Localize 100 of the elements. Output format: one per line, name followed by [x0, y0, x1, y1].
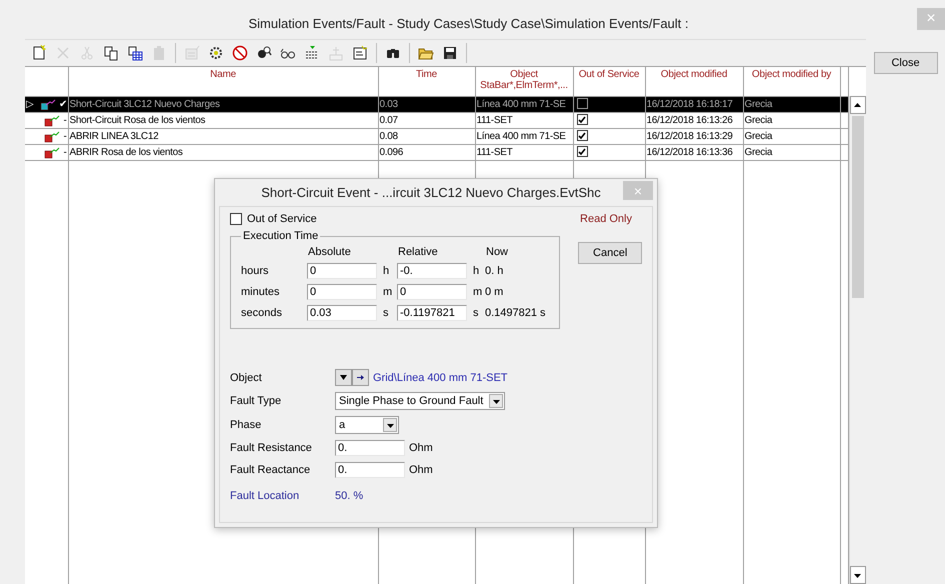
column-header[interactable]: Out of Service: [574, 69, 644, 80]
event-icon: [44, 146, 60, 158]
table-cell: 0.096: [380, 146, 404, 158]
column-header[interactable]: Time: [380, 69, 474, 80]
table-cell: 16/12/2018 16:18:17: [646, 98, 733, 110]
row-marker: -: [63, 130, 66, 144]
unit-label: h: [382, 265, 390, 277]
checkbox[interactable]: [576, 114, 588, 126]
jump-button[interactable]: [352, 369, 369, 386]
event-icon: [40, 98, 56, 110]
field-label: Fault Reactance: [230, 464, 312, 476]
table-row[interactable]: - ABRIR LINEA 3LC12 0.08 Línea 400 mm 71-SE 16/12/2018 16:13:29 Grecia: [25, 128, 848, 144]
copy-icon: [103, 45, 119, 61]
column-header[interactable]: Object modified by: [744, 69, 838, 80]
caret-icon: [339, 373, 348, 382]
fault-type-dropdown[interactable]: Single Phase to Ground Fault: [335, 392, 505, 410]
prohibited-button[interactable]: [230, 43, 250, 63]
table-cell: Grecia: [744, 130, 772, 142]
field-label: Fault Location: [230, 490, 300, 502]
table-cell: ABRIR Rosa de los vientos: [70, 146, 183, 158]
cancel-button[interactable]: Cancel: [578, 242, 642, 264]
diagram-icon: [328, 45, 344, 61]
delete-icon: [55, 45, 71, 61]
checkbox-label: Out of Service: [247, 213, 317, 225]
new-document-icon: [31, 45, 47, 61]
prohibited-icon: [232, 45, 248, 61]
field-label: minutes: [241, 286, 281, 298]
now-value: 0. h: [485, 265, 504, 277]
checkbox[interactable]: [230, 213, 242, 225]
field-label: Fault Resistance: [230, 442, 313, 454]
table-cell: Short-Circuit Rosa de los vientos: [70, 114, 206, 126]
scrollbar[interactable]: [848, 96, 866, 584]
unit-label: m: [472, 286, 484, 298]
unit-label: Ohm: [409, 442, 433, 454]
checkbox[interactable]: [576, 130, 588, 142]
object-link[interactable]: Grid\Línea 400 mm 71-SET: [373, 372, 508, 384]
input-field[interactable]: 0.: [335, 440, 405, 456]
field-label: Fault Type: [230, 395, 282, 407]
now-value: 0.1497821 s: [485, 307, 547, 319]
table-cell: Short-Circuit 3LC12 Nuevo Charges: [70, 98, 220, 110]
column-label: Now: [485, 246, 510, 258]
row-marker: -: [63, 146, 66, 160]
table-row[interactable]: - ABRIR Rosa de los vientos 0.096 111-SET 16/12/2018 16:13:36 Grecia: [25, 144, 848, 160]
table-cell: 0.03: [380, 98, 398, 110]
sticky-note-icon: [352, 45, 368, 61]
column-header[interactable]: Object modified: [646, 69, 742, 80]
field-label: Object: [230, 372, 263, 384]
table-cell: Línea 400 mm 71-SE: [476, 130, 566, 142]
field-label: Phase: [230, 419, 262, 431]
table-row[interactable]: ▷ ✔ Short-Circuit 3LC12 Nuevo Charges 0.03 Línea 400 mm 71-SE 16/12/2018 16:18:17 Grecia: [25, 96, 848, 112]
right-arrow-icon: [356, 373, 365, 382]
table-cell: Grecia: [744, 98, 772, 110]
fault-location-value: 50. %: [335, 490, 364, 502]
column-label: Relative: [397, 246, 439, 258]
gear-icon: [208, 45, 224, 61]
clipboard-icon: [151, 45, 167, 61]
table-cell: 0.07: [380, 114, 398, 126]
table-row[interactable]: - Short-Circuit Rosa de los vientos 0.07 111-SET 16/12/2018 16:13:26 Grecia: [25, 112, 848, 128]
input-field[interactable]: -0.1197821: [397, 305, 467, 321]
dropdown-button[interactable]: [335, 369, 352, 386]
table-cell: Grecia: [744, 146, 772, 158]
input-field[interactable]: 0: [307, 263, 377, 279]
window-title: Simulation Events/Fault - Study Cases\Study Case\Simulation Events/Fault :: [247, 16, 690, 30]
row-pointer: ▷: [26, 98, 34, 112]
input-field[interactable]: 0.: [335, 462, 405, 478]
group-title: Execution Time: [242, 230, 320, 242]
event-icon: [44, 130, 60, 142]
magnifier-icon: [256, 45, 272, 61]
column-header[interactable]: Object StaBar*,ElmTerm*,...: [476, 69, 572, 91]
scroll-up-icon: [853, 100, 862, 110]
read-only-label: Read Only: [580, 213, 632, 225]
unit-label: s: [382, 307, 390, 319]
scissors-icon: [79, 45, 95, 61]
table-cell: 111-SET: [476, 146, 512, 158]
form-icon: [184, 45, 200, 61]
save-icon: [442, 45, 458, 61]
checkbox[interactable]: [576, 98, 588, 110]
input-field[interactable]: 0: [307, 284, 377, 300]
table-cell: 0.08: [380, 130, 398, 142]
close-button[interactable]: Close: [874, 52, 938, 74]
now-value: 0 m: [485, 286, 504, 298]
table-cell: 16/12/2018 16:13:29: [646, 130, 733, 142]
unit-label: m: [382, 286, 394, 298]
table-cell: ABRIR LINEA 3LC12: [70, 130, 158, 142]
column-header[interactable]: Name: [70, 69, 376, 80]
input-field[interactable]: 0.03: [307, 305, 377, 321]
field-label: seconds: [241, 307, 283, 319]
table-icon: [127, 45, 143, 61]
table-cell: 16/12/2018 16:13:36: [646, 146, 733, 158]
checkbox[interactable]: [576, 146, 588, 158]
phase-dropdown[interactable]: a: [335, 416, 399, 434]
input-field[interactable]: -0.: [397, 263, 467, 279]
filter-icon: [304, 45, 320, 61]
table-cell: 111-SET: [476, 114, 512, 126]
input-field[interactable]: 0: [397, 284, 467, 300]
table-cell: Línea 400 mm 71-SE: [476, 98, 566, 110]
unit-label: s: [472, 307, 480, 319]
event-icon: [44, 114, 60, 126]
unit-label: Ohm: [409, 464, 433, 476]
table-cell: Grecia: [744, 114, 772, 126]
